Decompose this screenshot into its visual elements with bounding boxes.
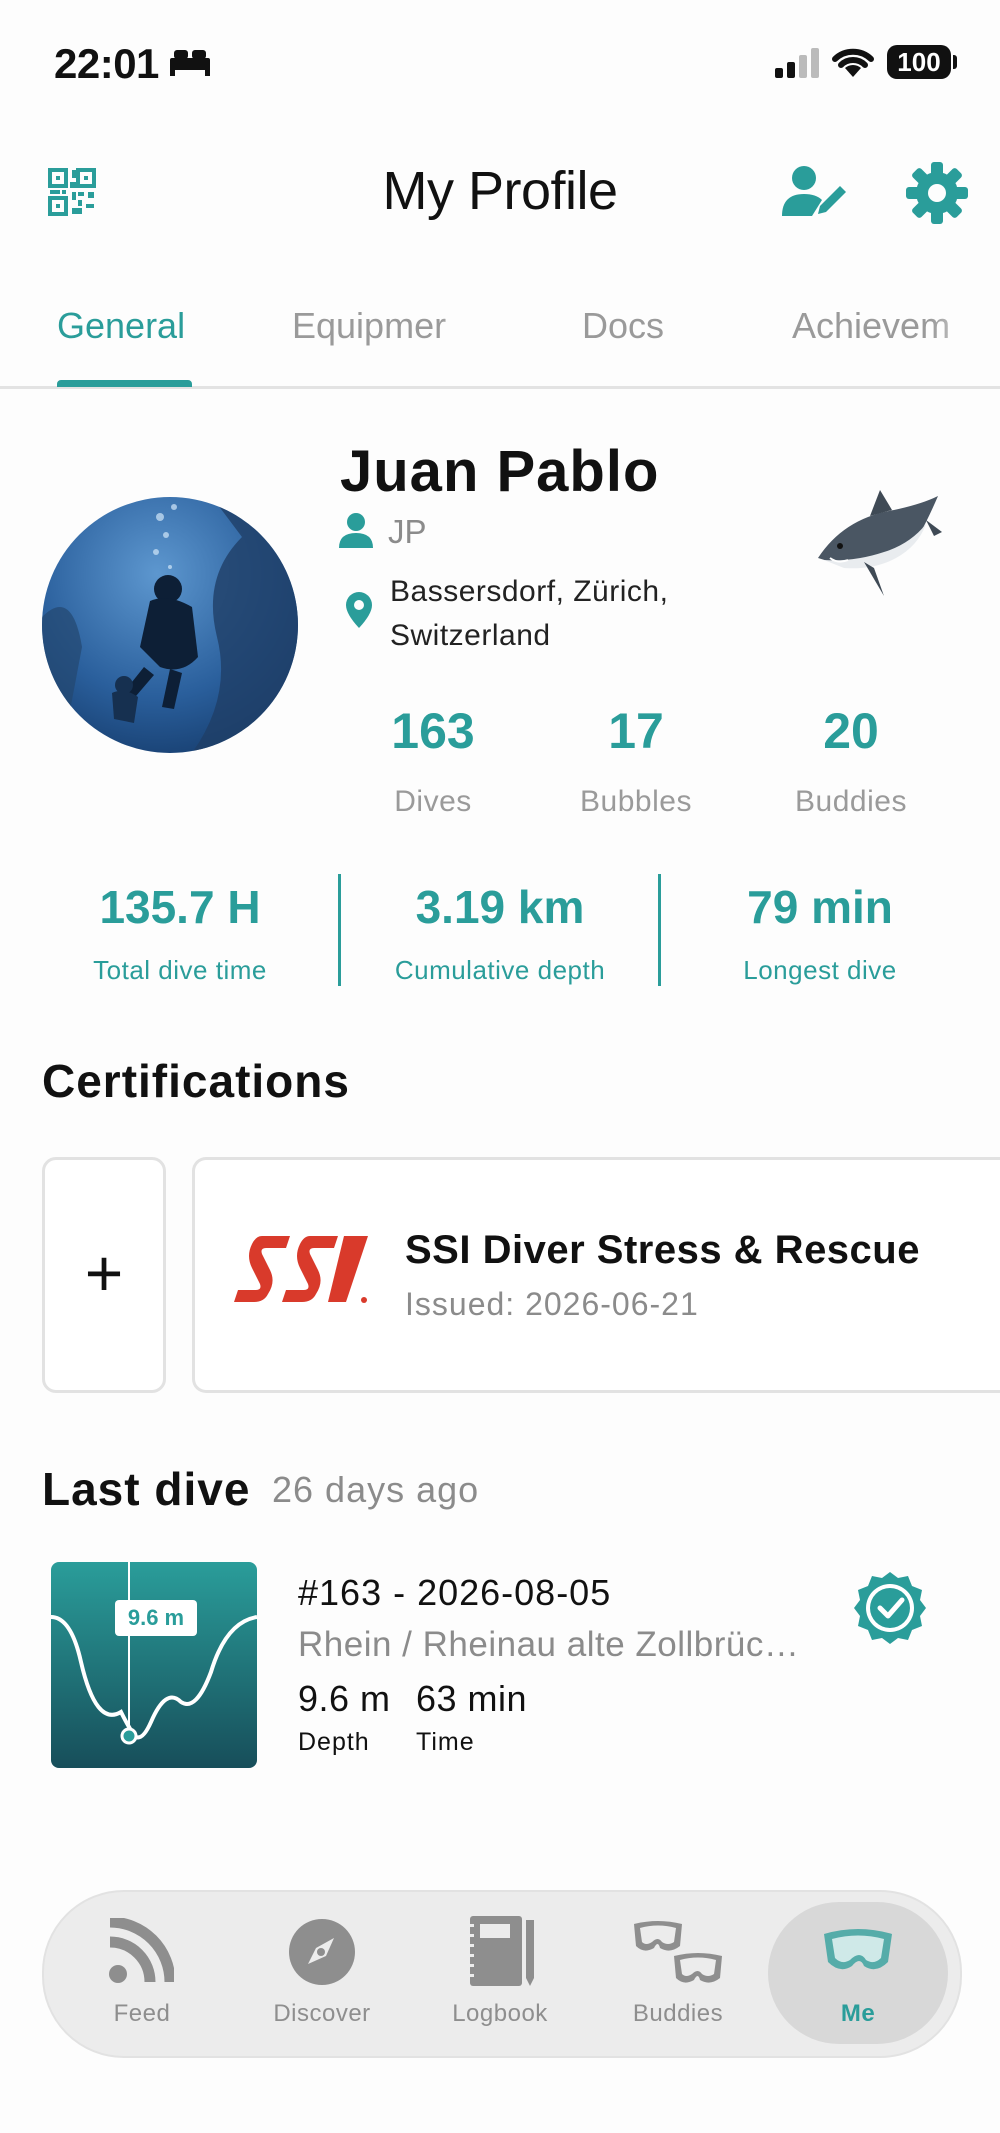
battery-tip xyxy=(953,55,957,69)
nav-me[interactable]: Me xyxy=(768,1918,948,2028)
location-line-1: Bassersdorf, Zürich, xyxy=(390,575,669,608)
stat-dives-label: Dives xyxy=(394,785,472,818)
shark-badge-icon[interactable] xyxy=(814,488,944,609)
settings-button[interactable] xyxy=(906,162,968,229)
battery-level: 100 xyxy=(897,47,941,77)
ssi-logo xyxy=(232,1232,372,1317)
nav-logbook[interactable]: Logbook xyxy=(410,1916,590,2028)
metric-total-dive-time-value: 135.7 H xyxy=(99,881,261,933)
stat-dives-value: 163 xyxy=(391,703,475,759)
avatar[interactable] xyxy=(42,497,298,753)
last-dive-ago: 26 days ago xyxy=(272,1469,480,1510)
stat-buddies-value[interactable]: 20 xyxy=(751,702,951,760)
nav-buddies-label: Buddies xyxy=(632,2000,724,2027)
nav-discover-label: Discover xyxy=(273,2000,371,2027)
tab-equipment[interactable]: Equipmer xyxy=(292,305,446,347)
nav-me-label: Me xyxy=(840,2000,876,2027)
metric-cumulative-depth-value: 3.19 km xyxy=(415,881,585,933)
tab-docs[interactable]: Docs xyxy=(582,305,664,347)
plus-icon: + xyxy=(84,1236,124,1310)
nav-buddies[interactable]: Buddies xyxy=(588,1918,768,2028)
tab-general[interactable]: General xyxy=(57,305,185,347)
metric-cumulative-depth-label: Cumulative depth xyxy=(394,955,606,985)
page-title: My Profile xyxy=(382,161,618,221)
dive-profile-graph: 9.6 m xyxy=(51,1562,257,1768)
certification-issued-date: Issued: 2026-06-21 xyxy=(405,1286,699,1322)
metric-longest-dive-value: 79 min xyxy=(747,881,893,933)
tab-achievements[interactable]: Achievem xyxy=(792,305,950,347)
battery-icon: 100 xyxy=(887,45,951,79)
stat-buddies-label[interactable]: Buddies xyxy=(751,785,951,819)
cellular-signal-icon xyxy=(775,48,819,83)
nav-logbook-label: Logbook xyxy=(452,2000,548,2027)
tab-fade xyxy=(440,295,500,355)
metric-divider xyxy=(338,874,341,986)
notebook-icon xyxy=(466,1916,534,1986)
edit-profile-button[interactable] xyxy=(782,166,848,223)
dive-time-label: Time xyxy=(416,1728,475,1756)
certifications-title: Certifications xyxy=(42,1055,350,1107)
dive-time-value: 63 min xyxy=(416,1678,528,1719)
verified-badge-icon xyxy=(852,1570,928,1651)
dive-title: #163 - 2026-08-05 xyxy=(298,1572,612,1613)
sleep-focus-icon xyxy=(168,46,212,83)
stat-bubbles-value: 17 xyxy=(608,703,664,759)
location-pin-icon xyxy=(346,592,372,633)
tab-fade xyxy=(930,295,1000,355)
rss-icon xyxy=(109,1918,174,1983)
active-tab-indicator xyxy=(57,380,192,387)
location: Bassersdorf, Zürich, Switzerland xyxy=(390,570,770,658)
user-icon xyxy=(338,512,374,553)
dive-location: Rhein / Rheinau alte Zollbrüc… xyxy=(298,1625,800,1664)
dive-depth-value: 9.6 m xyxy=(298,1678,391,1719)
last-dive-title: Last dive xyxy=(42,1463,251,1515)
diving-masks-icon xyxy=(634,1921,722,1983)
wifi-icon xyxy=(830,44,876,83)
dive-graph-depth-label: 9.6 m xyxy=(127,1605,185,1630)
stat-bubbles-label: Bubbles xyxy=(580,785,692,818)
nav-feed-label: Feed xyxy=(113,2000,171,2027)
metric-divider xyxy=(658,874,661,986)
metric-longest-dive-label: Longest dive xyxy=(743,955,897,985)
nav-feed[interactable]: Feed xyxy=(52,1918,232,2028)
add-certification-button[interactable]: + xyxy=(42,1157,166,1393)
profile-name: Juan Pablo xyxy=(340,439,660,504)
status-time: 22:01 xyxy=(54,40,159,87)
username: JP xyxy=(388,513,427,550)
diving-mask-icon xyxy=(824,1929,892,1970)
dive-depth-label: Depth xyxy=(298,1728,370,1756)
compass-icon xyxy=(289,1919,355,1985)
certification-name: SSI Diver Stress & Rescue xyxy=(405,1228,920,1272)
user-edit-icon xyxy=(782,166,846,216)
gear-icon xyxy=(906,162,968,224)
nav-discover[interactable]: Discover xyxy=(232,1918,412,2028)
metric-total-dive-time-label: Total dive time xyxy=(93,955,267,985)
location-line-2: Switzerland xyxy=(390,619,551,652)
